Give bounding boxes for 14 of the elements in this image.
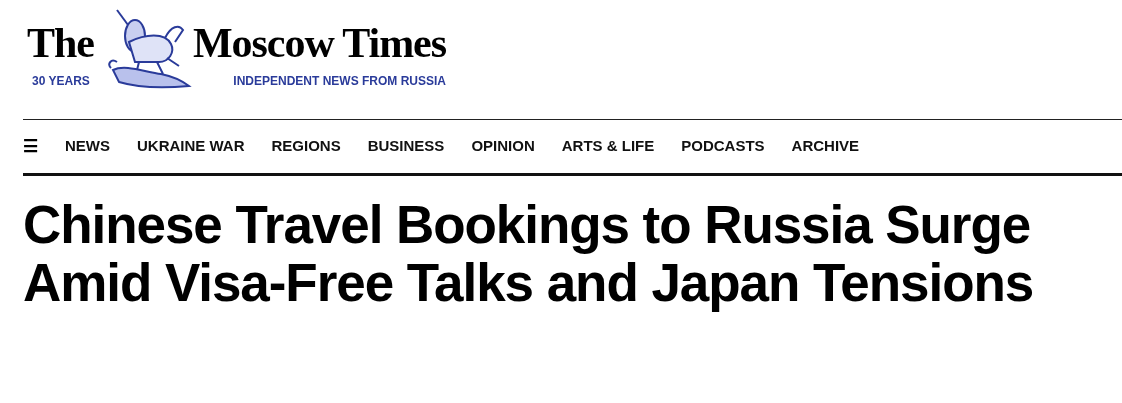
tagline: INDEPENDENT NEWS FROM RUSSIA <box>233 73 446 90</box>
logo-wordmark: Moscow Times <box>193 22 446 64</box>
nav-link[interactable]: ARTS & LIFE <box>561 135 655 158</box>
logo-wordmark: The <box>27 22 94 64</box>
nav-link[interactable]: PODCASTS <box>681 135 765 158</box>
article-headline: Chinese Travel Bookings to Russia Surge Amid Visa-Free Talks and Japan Tensions <box>23 196 1035 312</box>
nav-link[interactable]: ARCHIVE <box>791 135 860 158</box>
anniversary-label: 30 YEARS <box>32 73 90 90</box>
nav-link[interactable]: UKRAINE WAR <box>137 135 245 158</box>
nav-link[interactable]: REGIONS <box>271 135 341 158</box>
nav-link[interactable]: OPINION <box>471 135 535 158</box>
menu-button[interactable]: ☰ <box>23 138 38 155</box>
nav-link[interactable]: BUSINESS <box>367 135 445 158</box>
nav-link[interactable]: NEWS <box>65 135 110 158</box>
